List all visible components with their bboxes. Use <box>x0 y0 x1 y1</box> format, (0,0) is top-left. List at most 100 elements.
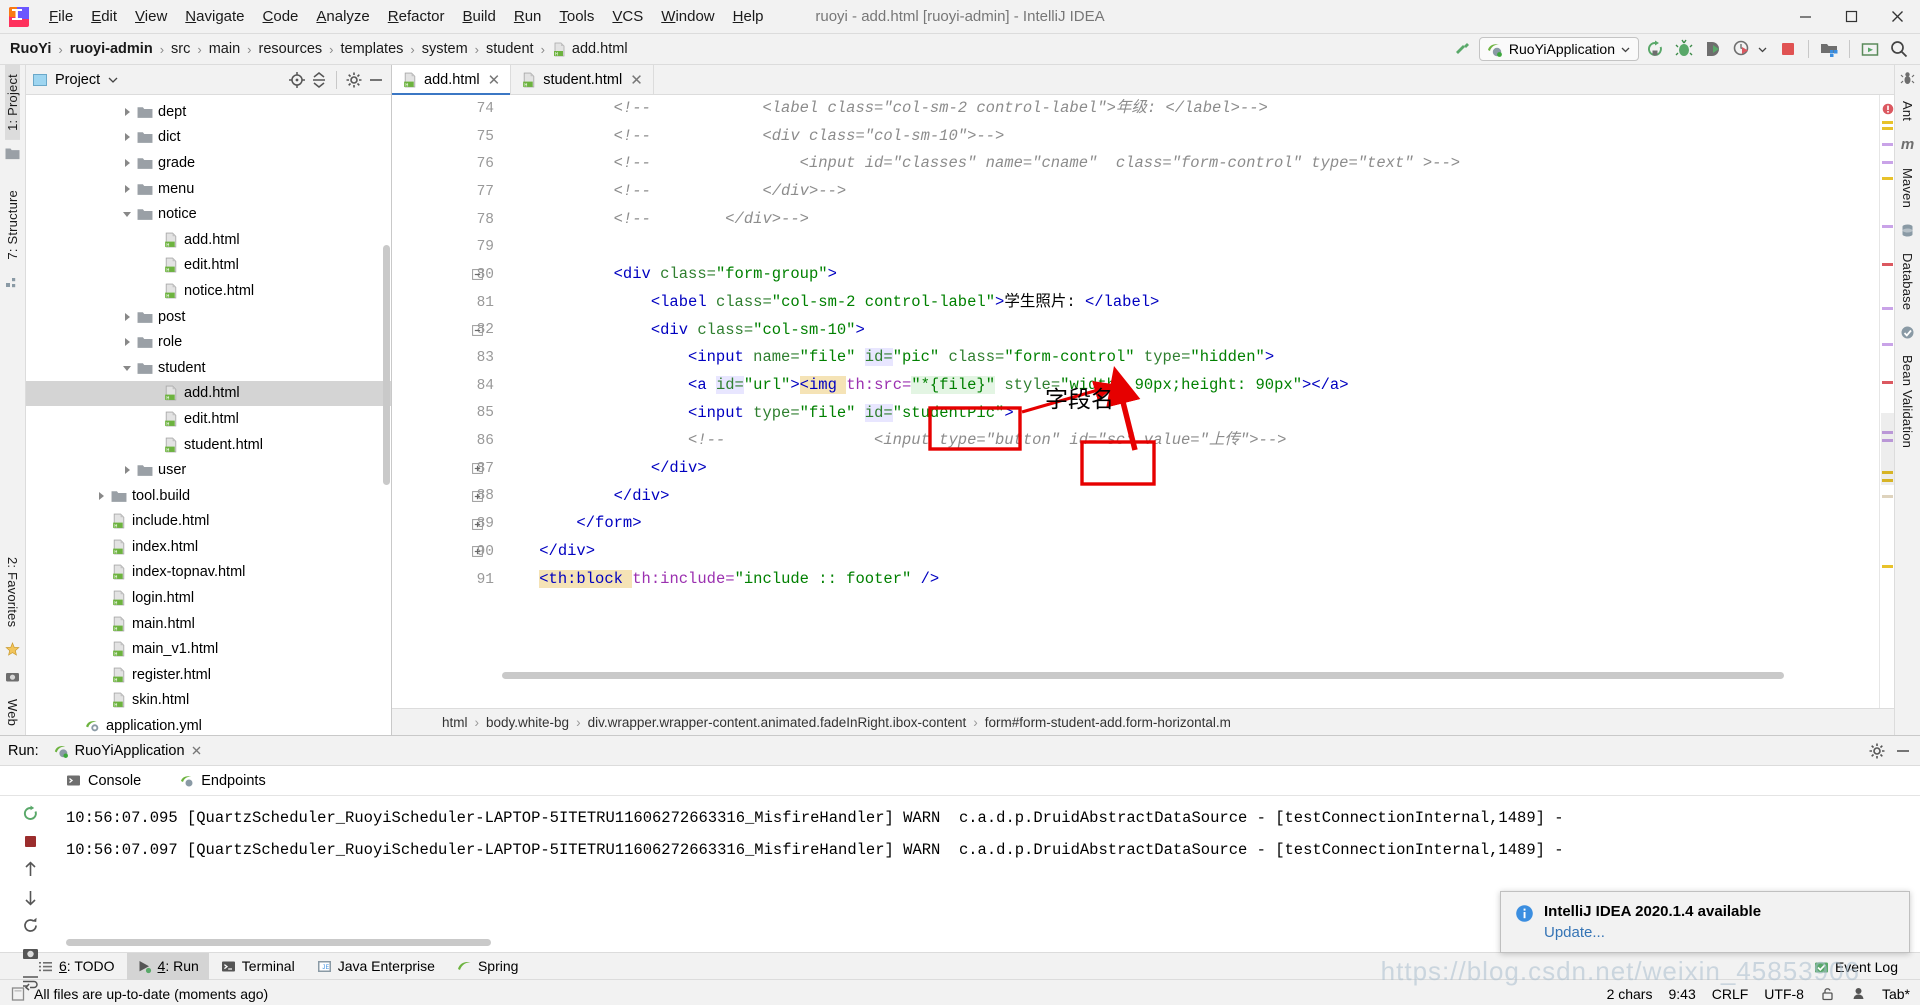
database-icon[interactable] <box>1900 223 1915 238</box>
sidebar-tab-ant[interactable]: Ant <box>1900 92 1915 130</box>
lock-open-icon[interactable] <box>1820 986 1835 1001</box>
notification-popup[interactable]: IntelliJ IDEA 2020.1.4 available Update.… <box>1500 891 1910 953</box>
run-configuration-selector[interactable]: RuoYiApplication <box>1478 37 1639 61</box>
menu-refactor[interactable]: Refactor <box>379 5 454 28</box>
code-line[interactable]: </div> <box>502 483 1879 511</box>
error-stripe-gutter[interactable] <box>1879 95 1894 708</box>
code-line[interactable]: </div> <box>502 455 1879 483</box>
tree-item-index-html[interactable]: Hindex.html <box>26 534 391 560</box>
tree-item-add-html[interactable]: Hadd.html <box>26 380 391 407</box>
tree-item-include-html[interactable]: Hinclude.html <box>26 509 391 535</box>
menu-code[interactable]: Code <box>254 5 308 28</box>
breadcrumb-item-student[interactable]: student <box>486 41 534 57</box>
hammer-build-icon[interactable] <box>1450 37 1476 61</box>
editor-gutter[interactable]: 74 75 76 77 78 79 80 81 82 83 84 85 86 87 88 89 90 91 <box>392 95 502 708</box>
sidebar-tab-bean-validation[interactable]: Bean Validation <box>1900 346 1915 457</box>
maximize-button[interactable] <box>1828 0 1874 34</box>
scroll-up-icon[interactable] <box>19 860 41 879</box>
breadcrumb-item-add-html[interactable]: Hadd.html <box>552 41 628 57</box>
tree-item-grade[interactable]: grade <box>26 150 391 176</box>
locate-icon[interactable] <box>288 71 306 89</box>
tree-scrollbar[interactable] <box>383 245 390 485</box>
editor-tab-student-html[interactable]: Hstudent.html ✕ <box>511 65 654 94</box>
chevron-right-icon[interactable] <box>122 312 132 322</box>
rerun-icon[interactable] <box>1642 37 1668 61</box>
chevron-down-icon[interactable] <box>108 75 118 85</box>
breadcrumb-item-src[interactable]: src <box>171 41 190 57</box>
tree-item-index-topnav-html[interactable]: Hindex-topnav.html <box>26 560 391 586</box>
fold-collapse-icon[interactable] <box>472 324 483 336</box>
tree-item-add-html[interactable]: Hadd.html <box>26 227 391 253</box>
sidebar-tab-project[interactable]: 1: Project <box>5 65 20 140</box>
run-subtab-endpoints[interactable]: Endpoints <box>169 768 276 794</box>
tree-item-notice[interactable]: notice <box>26 201 391 227</box>
bean-validation-icon[interactable] <box>1900 325 1915 340</box>
hide-panel-icon[interactable] <box>1894 742 1912 760</box>
breadcrumb-item-main[interactable]: main <box>209 41 240 57</box>
menu-view[interactable]: View <box>126 5 176 28</box>
profile-icon[interactable] <box>1729 37 1755 61</box>
breadcrumb-item-ruoyi-admin[interactable]: ruoyi-admin <box>70 41 153 57</box>
menu-tools[interactable]: Tools <box>550 5 603 28</box>
close-icon[interactable] <box>191 745 202 756</box>
menu-vcs[interactable]: VCS <box>603 5 652 28</box>
chevron-down-icon[interactable] <box>122 209 132 219</box>
project-tree[interactable]: dept dict grade menu notice Hadd.html Hedit.ht… <box>26 95 391 735</box>
code-line[interactable]: <div class="form-group"> <box>502 261 1879 289</box>
camera-icon[interactable] <box>5 669 20 684</box>
close-button[interactable] <box>1874 0 1920 34</box>
code-line[interactable]: <input type="file" id="studentPic"> <box>502 400 1879 428</box>
settings-gear-icon[interactable] <box>345 71 363 89</box>
tree-item-register-html[interactable]: Hregister.html <box>26 662 391 688</box>
notification-update-link[interactable]: Update... <box>1544 924 1761 941</box>
code-line[interactable]: <!-- <input id="classes" name="cname" cl… <box>502 150 1879 178</box>
tree-item-notice-html[interactable]: Hnotice.html <box>26 278 391 304</box>
tree-item-student-html[interactable]: Hstudent.html <box>26 432 391 458</box>
fold-collapse-icon[interactable] <box>472 269 483 281</box>
tree-item-login-html[interactable]: Hlogin.html <box>26 585 391 611</box>
run-coverage-icon[interactable] <box>1700 37 1726 61</box>
chevron-right-icon[interactable] <box>122 184 132 194</box>
code-line[interactable]: <!-- <div class="col-sm-10">--> <box>502 123 1879 151</box>
collapse-all-icon[interactable] <box>310 71 328 89</box>
stop-icon[interactable] <box>19 832 41 851</box>
status-indent[interactable]: Tab* <box>1882 986 1910 1002</box>
menu-file[interactable]: File <box>40 5 82 28</box>
code-line[interactable] <box>502 233 1879 261</box>
editor[interactable]: 74 75 76 77 78 79 80 81 82 83 84 85 86 87 88 89 90 91 <!-… <box>392 95 1894 708</box>
tree-item-main-html[interactable]: Hmain.html <box>26 611 391 637</box>
tool-window-tab-java-enterprise[interactable]: JE Java Enterprise <box>307 953 445 980</box>
maven-icon[interactable]: m <box>1901 136 1914 153</box>
settings-gear-icon[interactable] <box>1868 742 1886 760</box>
code-line[interactable]: <th:block th:include="include :: footer"… <box>502 566 1879 594</box>
code-line[interactable]: <label class="col-sm-2 control-label">学生… <box>502 289 1879 317</box>
chevron-right-icon[interactable] <box>122 337 132 347</box>
fold-expand-icon[interactable] <box>472 518 483 530</box>
code-line[interactable]: <a id="url"><img th:src="*{file}" style=… <box>502 372 1879 400</box>
tree-item-tool-build[interactable]: tool.build <box>26 483 391 509</box>
run-window-configuration[interactable]: RuoYiApplication <box>53 743 202 759</box>
tree-item-menu[interactable]: menu <box>26 176 391 202</box>
menu-window[interactable]: Window <box>652 5 723 28</box>
menu-run[interactable]: Run <box>505 5 551 28</box>
status-line-separator[interactable]: CRLF <box>1712 986 1749 1002</box>
sidebar-tab-structure[interactable]: 7: Structure <box>5 181 20 269</box>
chevron-down-icon[interactable] <box>1758 45 1767 54</box>
editor-breadcrumb-item[interactable]: body.white-bg <box>486 715 569 730</box>
hide-panel-icon[interactable] <box>367 71 385 89</box>
tree-item-skin-html[interactable]: Hskin.html <box>26 688 391 714</box>
tree-item-application-yml[interactable]: application.yml <box>26 713 391 735</box>
run-subtab-console[interactable]: Console <box>56 768 151 794</box>
breadcrumb-item-templates[interactable]: templates <box>341 41 404 57</box>
code-line[interactable]: <!-- </div>--> <box>502 178 1879 206</box>
sidebar-tab-database[interactable]: Database <box>1900 244 1915 319</box>
rerun-icon[interactable] <box>19 804 41 823</box>
folder-icon[interactable] <box>5 146 20 161</box>
tool-window-tab-6-todo[interactable]: 6: TODO <box>28 953 125 980</box>
code-line[interactable]: <!-- </div>--> <box>502 206 1879 234</box>
code-line[interactable]: <!-- <input type="button" id="sc" value=… <box>502 427 1879 455</box>
update-app-icon[interactable] <box>1857 37 1883 61</box>
chevron-right-icon[interactable] <box>96 491 106 501</box>
tree-item-role[interactable]: role <box>26 329 391 355</box>
editor-horizontal-scrollbar[interactable] <box>502 672 1784 679</box>
